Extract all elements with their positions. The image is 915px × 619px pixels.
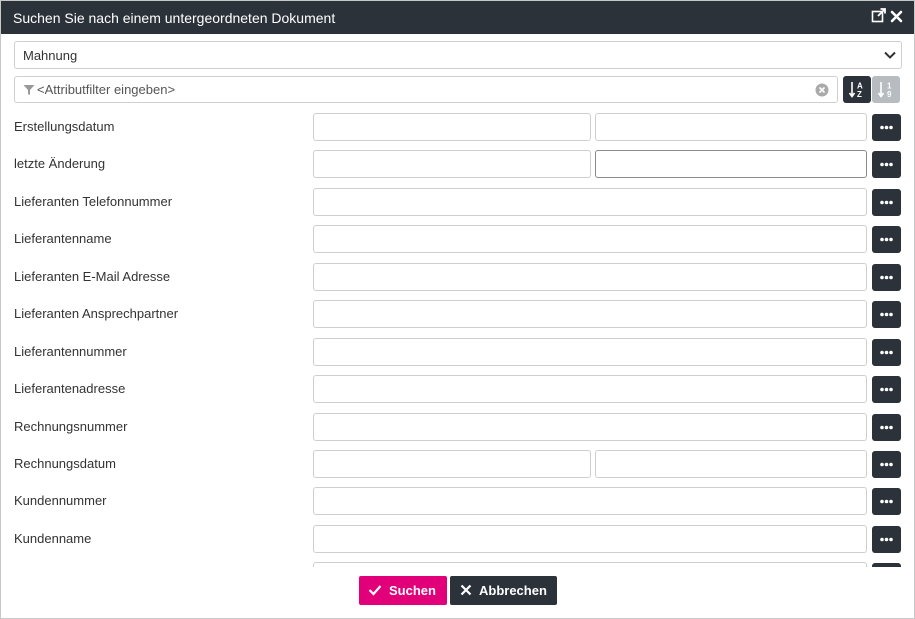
range-from-input[interactable]: [313, 113, 591, 141]
field-input[interactable]: [313, 413, 867, 441]
field-label: Kundennummer: [14, 493, 107, 508]
field-label: Lieferantenname: [14, 231, 112, 246]
dialog-titlebar: Suchen Sie nach einem untergeordneten Do…: [1, 1, 914, 34]
field-row: letzte Änderung: [1, 142, 914, 180]
field-input[interactable]: [313, 487, 867, 515]
document-type-select[interactable]: Mahnung: [14, 41, 902, 69]
field-label: Lieferanten Telefonnummer: [14, 194, 173, 209]
field-input[interactable]: [313, 338, 867, 366]
sort-numeric-button[interactable]: 1 9: [872, 76, 900, 103]
field-label: Kundenname: [14, 531, 92, 546]
more-button[interactable]: [872, 414, 901, 441]
ellipsis-icon: [880, 425, 893, 430]
more-button[interactable]: [872, 264, 901, 291]
field-label: letzte Änderung: [14, 156, 106, 171]
more-button[interactable]: [872, 488, 901, 515]
field-row: Lieferanten Telefonnummer: [1, 180, 914, 218]
range-to-input[interactable]: [595, 450, 867, 478]
popout-icon[interactable]: [871, 7, 887, 25]
ellipsis-icon: [880, 275, 893, 280]
ellipsis-icon: [880, 499, 893, 504]
chevron-down-icon: [884, 51, 896, 59]
close-icon: [460, 584, 472, 596]
more-button[interactable]: [872, 451, 901, 478]
ellipsis-icon: [880, 350, 893, 355]
ellipsis-icon: [880, 200, 893, 205]
funnel-icon: [23, 85, 35, 95]
clear-icon[interactable]: [815, 83, 829, 97]
cancel-button[interactable]: Abbrechen: [450, 576, 557, 605]
cancel-button-label: Abbrechen: [479, 583, 547, 598]
sort-alpha-button[interactable]: A Z: [843, 76, 871, 103]
sort-alpha-icon: A Z: [848, 82, 863, 99]
dialog-title: Suchen Sie nach einem untergeordneten Do…: [13, 10, 336, 26]
document-type-value: Mahnung: [23, 48, 78, 63]
field-label: Lieferanten Ansprechpartner: [14, 306, 179, 321]
field-row: Lieferantenname: [1, 217, 914, 255]
field-input[interactable]: [313, 225, 867, 253]
field-label: Rechnungsnummer: [14, 419, 128, 434]
field-row: Lieferanten E-Mail Adresse: [1, 255, 914, 293]
range-from-input[interactable]: [313, 450, 591, 478]
more-button[interactable]: [872, 526, 901, 553]
more-button[interactable]: [872, 226, 901, 253]
field-row: Rechnungsnummer: [1, 405, 914, 443]
field-row: [1, 554, 914, 567]
search-button-label: Suchen: [389, 583, 436, 598]
attribute-list[interactable]: Erstellungsdatum letzte Änderung Liefera…: [1, 105, 914, 567]
search-dialog: Suchen Sie nach einem untergeordneten Do…: [0, 0, 915, 619]
dialog-footer: Suchen Abbrechen: [1, 567, 914, 618]
more-button[interactable]: [872, 301, 901, 328]
field-label: Rechnungsdatum: [14, 456, 116, 471]
ellipsis-icon: [880, 462, 893, 467]
field-row: Lieferantennummer: [1, 330, 914, 368]
field-row: Lieferantenadresse: [1, 367, 914, 405]
more-button[interactable]: [872, 339, 901, 366]
ellipsis-icon: [880, 125, 893, 130]
ellipsis-icon: [880, 237, 893, 242]
more-button[interactable]: [872, 114, 901, 141]
field-label: Lieferanten E-Mail Adresse: [14, 269, 171, 284]
ellipsis-icon: [880, 537, 893, 542]
field-row: Kundennummer: [1, 479, 914, 517]
ellipsis-icon: [880, 312, 893, 317]
field-input[interactable]: [313, 375, 867, 403]
field-row: Kundenname: [1, 517, 914, 555]
field-input[interactable]: [313, 263, 867, 291]
attribute-filter: [14, 76, 838, 103]
field-label: Erstellungsdatum: [14, 119, 115, 134]
field-input[interactable]: [313, 525, 867, 553]
field-row: Erstellungsdatum: [1, 105, 914, 143]
field-row: Lieferanten Ansprechpartner: [1, 292, 914, 330]
attribute-filter-input[interactable]: [37, 80, 807, 99]
close-icon[interactable]: [889, 7, 905, 25]
field-label: Lieferantenadresse: [14, 381, 126, 396]
ellipsis-icon: [880, 162, 893, 167]
field-row: Rechnungsdatum: [1, 442, 914, 480]
range-to-input[interactable]: [595, 150, 867, 178]
field-input[interactable]: [313, 188, 867, 216]
more-button[interactable]: [872, 151, 901, 178]
field-input[interactable]: [313, 300, 867, 328]
range-to-input[interactable]: [595, 113, 867, 141]
search-button[interactable]: Suchen: [359, 576, 447, 605]
more-button[interactable]: [872, 189, 901, 216]
check-icon: [368, 585, 382, 596]
field-label: Lieferantennummer: [14, 344, 127, 359]
more-button[interactable]: [872, 376, 901, 403]
range-from-input[interactable]: [313, 150, 591, 178]
sort-numeric-icon: 1 9: [877, 82, 892, 99]
svg-text:Z: Z: [857, 90, 862, 99]
ellipsis-icon: [880, 387, 893, 392]
svg-text:9: 9: [887, 90, 892, 99]
